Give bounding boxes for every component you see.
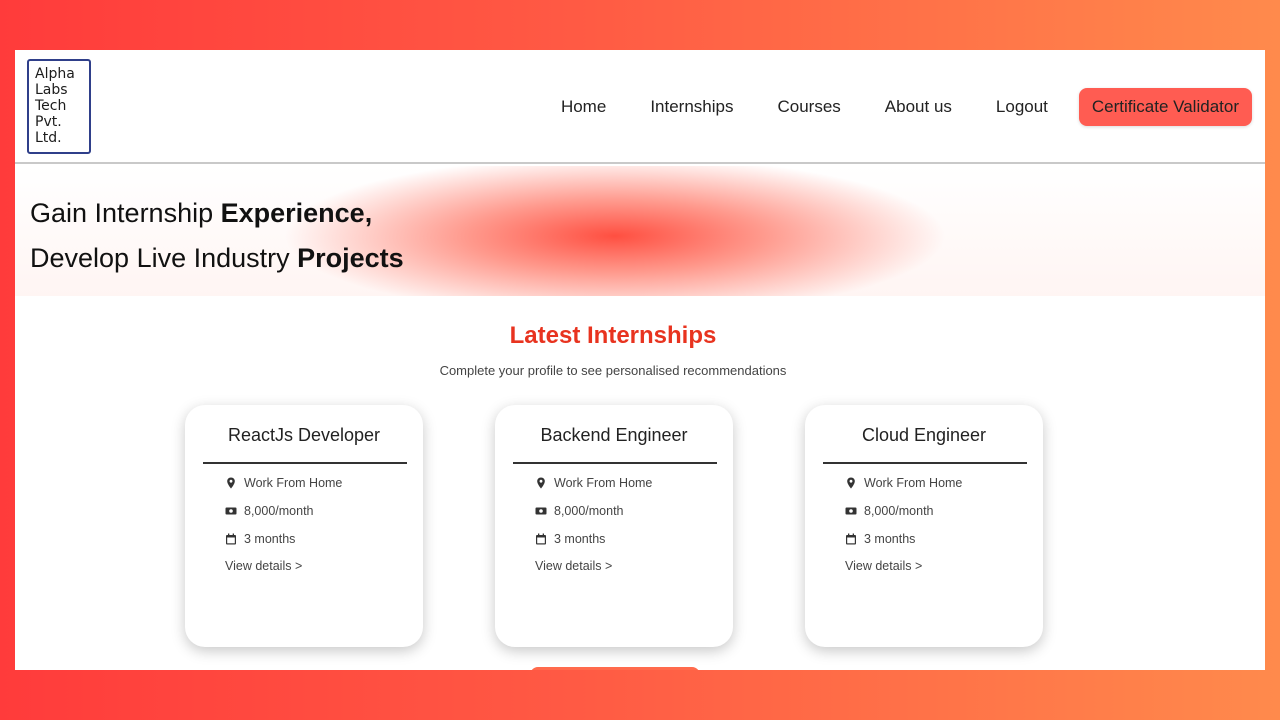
- money-icon: [845, 507, 857, 515]
- stipend-text: 8,000/month: [554, 504, 624, 518]
- card-location: Work From Home: [845, 476, 962, 490]
- nav-menu: Home Internships Courses About us Logout…: [561, 88, 1265, 126]
- view-details-link[interactable]: View details >: [535, 559, 612, 573]
- view-all-button[interactable]: [530, 667, 700, 670]
- logo-text: Alpha: [35, 66, 75, 82]
- card-divider: [513, 462, 717, 464]
- hero-banner: Gain Internship Experience, Develop Live…: [15, 166, 1265, 296]
- nav-link-about-us[interactable]: About us: [885, 97, 952, 117]
- certificate-validator-button[interactable]: Certificate Validator: [1078, 88, 1252, 126]
- stipend-text: 8,000/month: [244, 504, 314, 518]
- calendar-icon: [846, 533, 856, 545]
- hero-emphasis: Experience,: [220, 198, 373, 228]
- card-duration: 3 months: [535, 532, 605, 546]
- internship-card[interactable]: Cloud Engineer Work From Home 8,000/mont…: [805, 405, 1043, 647]
- internship-card[interactable]: Backend Engineer Work From Home 8,000/mo…: [495, 405, 733, 647]
- hero-headline-line-1: Gain Internship Experience,: [30, 198, 372, 229]
- card-stipend: 8,000/month: [845, 504, 934, 518]
- hero-text: Develop Live Industry: [30, 243, 298, 273]
- card-title: ReactJs Developer: [227, 425, 381, 445]
- duration-text: 3 months: [864, 532, 916, 546]
- company-logo[interactable]: Alpha Labs Tech Pvt. Ltd.: [27, 59, 91, 154]
- browser-page: Alpha Labs Tech Pvt. Ltd. Home Internshi…: [15, 50, 1265, 670]
- hero-text: Gain Internship: [30, 198, 221, 228]
- logo-text: Pvt.: [35, 114, 62, 130]
- nav-link-internships[interactable]: Internships: [650, 97, 733, 117]
- map-pin-icon: [227, 477, 235, 489]
- map-pin-icon: [847, 477, 855, 489]
- section-subtitle: Complete your profile to see personalise…: [439, 363, 787, 378]
- hero-headline-line-2: Develop Live Industry Projects: [30, 243, 404, 274]
- card-duration: 3 months: [225, 532, 295, 546]
- card-stipend: 8,000/month: [535, 504, 624, 518]
- card-location: Work From Home: [225, 476, 342, 490]
- card-divider: [823, 462, 1027, 464]
- nav-link-courses[interactable]: Courses: [777, 97, 840, 117]
- section-title: Latest Internships: [509, 322, 717, 349]
- location-text: Work From Home: [554, 476, 653, 490]
- nav-link-logout[interactable]: Logout: [996, 97, 1048, 117]
- card-duration: 3 months: [845, 532, 915, 546]
- navbar: Alpha Labs Tech Pvt. Ltd. Home Internshi…: [15, 50, 1265, 164]
- internship-card[interactable]: ReactJs Developer Work From Home 8,000/m…: [185, 405, 423, 647]
- view-details-link[interactable]: View details >: [845, 559, 922, 573]
- card-location: Work From Home: [535, 476, 652, 490]
- card-divider: [203, 462, 407, 464]
- hero-emphasis: Projects: [297, 243, 404, 273]
- duration-text: 3 months: [554, 532, 606, 546]
- map-pin-icon: [537, 477, 545, 489]
- calendar-icon: [536, 533, 546, 545]
- card-title: Backend Engineer: [540, 425, 688, 445]
- logo-text: Ltd.: [35, 130, 62, 146]
- duration-text: 3 months: [244, 532, 296, 546]
- logo-text: Tech: [35, 98, 67, 114]
- card-title: Cloud Engineer: [861, 425, 987, 445]
- logo-text: Labs: [35, 82, 68, 98]
- location-text: Work From Home: [244, 476, 343, 490]
- card-stipend: 8,000/month: [225, 504, 314, 518]
- money-icon: [225, 507, 237, 515]
- view-details-link[interactable]: View details >: [225, 559, 302, 573]
- stipend-text: 8,000/month: [864, 504, 934, 518]
- calendar-icon: [226, 533, 236, 545]
- nav-link-home[interactable]: Home: [561, 97, 606, 117]
- location-text: Work From Home: [864, 476, 963, 490]
- money-icon: [535, 507, 547, 515]
